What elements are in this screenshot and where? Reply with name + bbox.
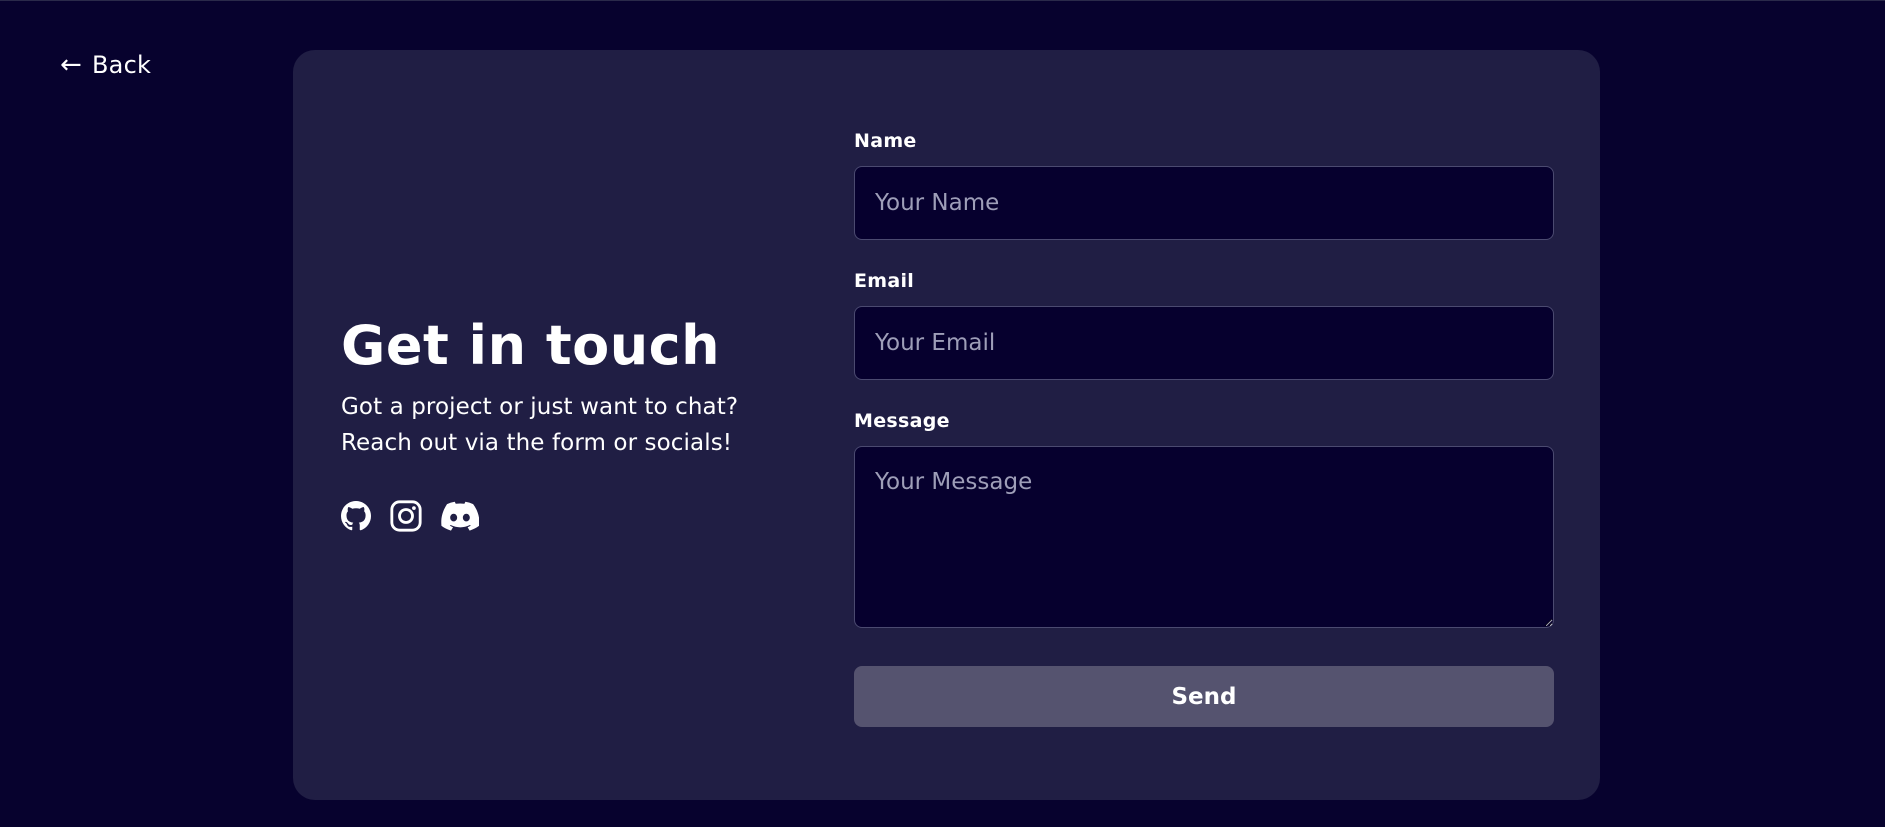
subtitle-line-2: Reach out via the form or socials! (341, 429, 733, 456)
instagram-icon[interactable] (389, 499, 423, 533)
email-label: Email (854, 270, 915, 292)
discord-icon[interactable] (441, 501, 479, 531)
subtitle-line-1: Got a project or just want to chat? (341, 393, 739, 420)
name-label: Name (854, 130, 917, 152)
page-title: Get in touch (341, 314, 721, 377)
message-label: Message (854, 410, 950, 432)
social-links (341, 499, 781, 533)
contact-form: Name Email Message Send (854, 130, 1554, 727)
send-button[interactable]: Send (854, 666, 1554, 727)
email-input[interactable] (854, 306, 1554, 380)
name-group: Name (854, 130, 1554, 240)
intro-section: Get in touch Got a project or just want … (341, 314, 781, 533)
left-arrow-icon: ← (60, 50, 82, 80)
back-link[interactable]: ← Back (60, 51, 151, 79)
github-icon[interactable] (341, 500, 371, 531)
email-group: Email (854, 270, 1554, 380)
name-input[interactable] (854, 166, 1554, 240)
back-label: Back (92, 51, 152, 79)
message-group: Message (854, 410, 1554, 632)
message-textarea[interactable] (854, 446, 1554, 628)
contact-card: Get in touch Got a project or just want … (293, 50, 1600, 800)
